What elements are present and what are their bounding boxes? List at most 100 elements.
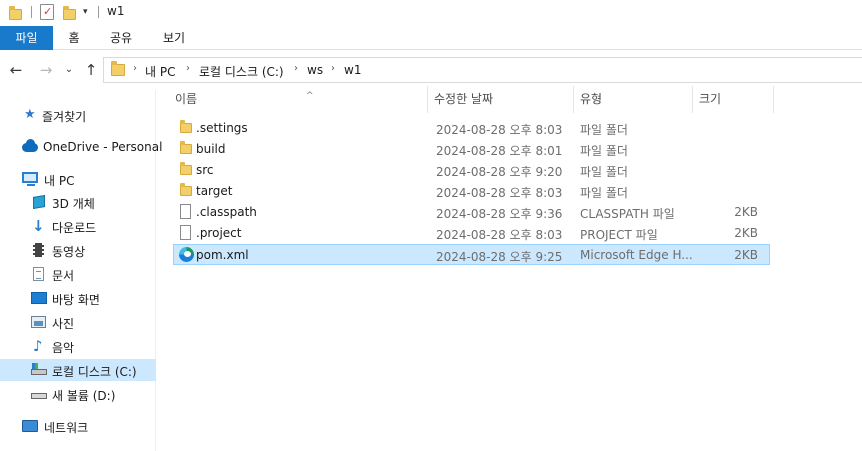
breadcrumb-this-pc[interactable]: 내 PC	[145, 63, 175, 80]
file-size: 2KB	[734, 205, 758, 219]
tab-share[interactable]: 공유	[105, 26, 137, 50]
sidebar-item-network[interactable]: 네트워크	[0, 415, 156, 437]
sidebar-item-videos[interactable]: 동영상	[0, 239, 156, 261]
column-header-date[interactable]: 수정한 날짜	[428, 86, 574, 113]
file-icon	[180, 225, 191, 240]
sidebar-item-label: OneDrive - Personal	[43, 140, 163, 154]
breadcrumb-w1[interactable]: w1	[344, 63, 361, 77]
file-size: 2KB	[734, 226, 758, 240]
back-arrow-icon[interactable]: ←	[6, 59, 26, 81]
file-date: 2024-08-28 오후 8:03	[436, 228, 563, 242]
pc-icon	[22, 172, 38, 186]
folder-icon[interactable]	[9, 6, 22, 20]
video-icon	[33, 243, 44, 257]
chevron-right-icon[interactable]: ›	[331, 63, 335, 74]
file-name: pom.xml	[196, 248, 249, 262]
file-date: 2024-08-28 오후 9:36	[436, 207, 563, 221]
file-type: CLASSPATH 파일	[580, 207, 675, 221]
music-icon: ♪	[33, 337, 43, 355]
file-date: 2024-08-28 오후 9:20	[436, 165, 563, 179]
folder-icon	[111, 61, 125, 76]
cube-icon	[33, 194, 45, 210]
properties-icon[interactable]: ✓	[40, 4, 54, 20]
navigation-bar: ← → ⌄ ↑ › 내 PC › 로컬 디스크 (C:) › ws › w1	[0, 55, 862, 85]
new-folder-icon[interactable]	[63, 6, 76, 20]
chevron-down-icon[interactable]: ⌄	[62, 59, 76, 81]
sidebar-item-label: 음악	[52, 341, 75, 355]
file-name: .classpath	[196, 205, 257, 219]
sidebar-item-volume-d[interactable]: 새 볼륨 (D:)	[0, 383, 156, 405]
chevron-right-icon[interactable]: ›	[133, 63, 137, 74]
tab-file[interactable]: 파일	[0, 26, 53, 50]
sidebar-item-pictures[interactable]: 사진	[0, 311, 156, 333]
sidebar-item-desktop[interactable]: 바탕 화면	[0, 287, 156, 309]
file-icon	[180, 204, 191, 219]
breadcrumb-ws[interactable]: ws	[307, 63, 323, 77]
sidebar-item-label: 3D 개체	[52, 197, 95, 211]
sidebar-item-label: 동영상	[52, 245, 86, 259]
edge-icon	[179, 247, 194, 262]
file-date: 2024-08-28 오후 8:03	[436, 123, 563, 137]
sidebar-item-label: 네트워크	[44, 421, 89, 435]
folder-icon	[180, 141, 192, 154]
file-name: src	[196, 163, 214, 177]
sidebar-item-quick-access[interactable]: ★ 즐겨찾기	[0, 104, 156, 126]
folder-icon	[180, 120, 192, 133]
sidebar-item-local-disk-c[interactable]: 로컬 디스크 (C:)	[0, 359, 156, 381]
cloud-icon	[22, 139, 38, 152]
file-row[interactable]: pom.xml 2024-08-28 오후 9:25 Microsoft Edg…	[173, 244, 770, 265]
star-icon: ★	[24, 107, 36, 122]
file-name: build	[196, 142, 226, 156]
window-title: w1	[107, 4, 125, 18]
sidebar-item-label: 사진	[52, 317, 75, 331]
tab-view[interactable]: 보기	[158, 26, 190, 50]
column-header-name[interactable]: 이름 ^	[169, 86, 428, 113]
sidebar-item-documents[interactable]: 문서	[0, 263, 156, 285]
breadcrumb-local-disk[interactable]: 로컬 디스크 (C:)	[199, 63, 284, 80]
file-row[interactable]: target 2024-08-28 오후 8:03 파일 폴더	[173, 181, 770, 202]
drive-icon	[31, 363, 47, 375]
sidebar-item-label: 로컬 디스크 (C:)	[52, 365, 137, 379]
sort-ascending-icon: ^	[306, 91, 314, 101]
sidebar-item-label: 바탕 화면	[52, 293, 100, 307]
sidebar-item-label: 즐겨찾기	[42, 110, 87, 124]
file-name: .project	[196, 226, 242, 240]
file-row[interactable]: .project 2024-08-28 오후 8:03 PROJECT 파일 2…	[173, 223, 770, 244]
file-type: 파일 폴더	[580, 144, 628, 158]
sidebar-item-label: 내 PC	[44, 174, 75, 188]
sidebar-item-label: 새 볼륨 (D:)	[52, 389, 116, 403]
file-date: 2024-08-28 오후 8:03	[436, 186, 563, 200]
folder-icon	[180, 183, 192, 196]
navigation-pane: ★ 즐겨찾기 OneDrive - Personal 내 PC 3D 개체 ↓ …	[0, 90, 162, 451]
file-type: 파일 폴더	[580, 165, 628, 179]
chevron-right-icon[interactable]: ›	[294, 63, 298, 74]
sidebar-item-downloads[interactable]: ↓ 다운로드	[0, 215, 156, 237]
sidebar-item-label: 다운로드	[52, 221, 97, 235]
address-bar[interactable]: › 내 PC › 로컬 디스크 (C:) › ws › w1	[103, 57, 862, 83]
sidebar-item-this-pc[interactable]: 내 PC	[0, 168, 156, 190]
toolbar-divider	[31, 6, 32, 18]
file-row[interactable]: .classpath 2024-08-28 오후 9:36 CLASSPATH …	[173, 202, 770, 223]
network-icon	[22, 420, 38, 432]
sidebar-item-music[interactable]: ♪ 음악	[0, 335, 156, 357]
file-row[interactable]: build 2024-08-28 오후 8:01 파일 폴더	[173, 139, 770, 160]
file-row[interactable]: src 2024-08-28 오후 9:20 파일 폴더	[173, 160, 770, 181]
file-name: .settings	[196, 121, 248, 135]
file-date: 2024-08-28 오후 9:25	[436, 250, 563, 264]
sidebar-item-onedrive[interactable]: OneDrive - Personal	[0, 136, 162, 158]
forward-arrow-icon[interactable]: →	[36, 59, 56, 81]
tab-home[interactable]: 홈	[62, 26, 86, 50]
toolbar-divider	[98, 6, 99, 18]
file-list: 이름 ^ 수정한 날짜 유형 크기 .settings 2024-08-28 오…	[157, 86, 862, 451]
file-row[interactable]: .settings 2024-08-28 오후 8:03 파일 폴더	[173, 118, 770, 139]
sidebar-item-3d-objects[interactable]: 3D 개체	[0, 191, 156, 213]
column-header-size[interactable]: 크기	[693, 86, 774, 113]
chevron-right-icon[interactable]: ›	[186, 63, 190, 74]
column-header-type[interactable]: 유형	[574, 86, 693, 113]
desktop-icon	[31, 292, 47, 304]
file-type: PROJECT 파일	[580, 228, 658, 242]
file-date: 2024-08-28 오후 8:01	[436, 144, 563, 158]
customize-toolbar-icon[interactable]: ▾	[83, 5, 88, 19]
title-bar: ✓ ▾ w1	[0, 0, 862, 24]
up-arrow-icon[interactable]: ↑	[81, 59, 101, 81]
